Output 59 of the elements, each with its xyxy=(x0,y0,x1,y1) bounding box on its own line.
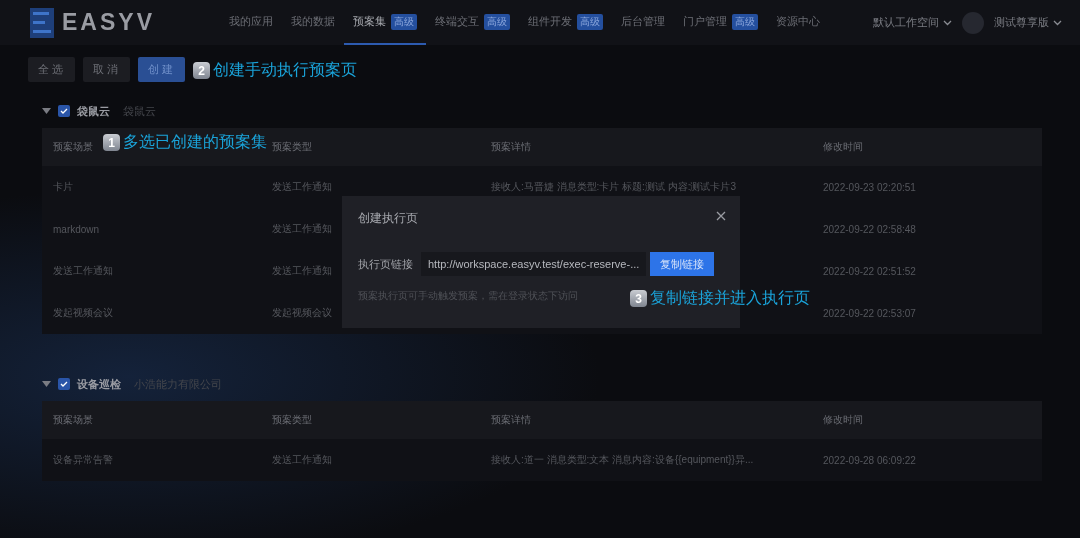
annotation-text: 创建手动执行预案页 xyxy=(213,60,357,80)
table-cell: 2022-09-28 06:09:22 xyxy=(823,454,916,466)
table-cell: 发送工作通知 xyxy=(272,453,332,467)
table-cell: 发起视频会议 xyxy=(53,306,113,320)
chevron-down-icon xyxy=(1053,19,1062,26)
nav-tab[interactable]: 组件开发 高级 xyxy=(519,0,612,45)
nav-tab[interactable]: 资源中心 xyxy=(767,0,829,45)
table-cell: 2022-09-23 02:20:51 xyxy=(823,181,916,193)
nav-tab[interactable]: 门户管理 高级 xyxy=(674,0,767,45)
level-badge: 高级 xyxy=(577,13,603,30)
column-header: 预案类型 xyxy=(272,413,312,427)
table-cell: 发送工作通知 xyxy=(272,264,332,278)
logo-text: EASYV xyxy=(62,9,155,36)
level-badge: 高级 xyxy=(484,13,510,30)
logo-icon xyxy=(30,7,54,38)
caret-icon[interactable] xyxy=(42,108,51,114)
annotation-text: 复制链接并进入执行页 xyxy=(650,288,810,308)
number-badge: 3 xyxy=(630,290,647,307)
table-cell: 卡片 xyxy=(53,180,73,194)
table-cell: 2022-09-22 02:51:52 xyxy=(823,265,916,277)
dialog-title: 创建执行页 xyxy=(358,210,418,227)
column-header: 修改时间 xyxy=(823,413,863,427)
toolbar-button[interactable]: 取消 xyxy=(83,57,130,82)
workspace-dropdown[interactable]: 默认工作空间 xyxy=(873,15,939,30)
chevron-down-icon xyxy=(943,19,952,26)
checkbox[interactable] xyxy=(58,105,70,117)
table-cell: 2022-09-22 02:58:48 xyxy=(823,223,916,235)
field-label: 执行页链接 xyxy=(358,256,413,272)
group-title: 设备巡检 xyxy=(77,376,121,392)
toolbar-button[interactable]: 创建 xyxy=(138,57,185,82)
group-title: 袋鼠云 xyxy=(77,103,110,119)
level-badge: 高级 xyxy=(732,13,758,30)
number-badge: 1 xyxy=(103,134,120,151)
table-cell: 发送工作通知 xyxy=(272,180,332,194)
column-header: 修改时间 xyxy=(823,140,863,154)
annotation-text: 多选已创建的预案集 xyxy=(123,132,267,152)
column-header: 预案类型 xyxy=(272,140,312,154)
table-cell: markdown xyxy=(53,223,100,235)
caret-icon[interactable] xyxy=(42,381,51,387)
nav-tab[interactable]: 终端交互 高级 xyxy=(426,0,519,45)
column-header: 预案场景 xyxy=(53,140,93,154)
copy-link-button[interactable]: 复制链接 xyxy=(650,252,715,276)
nav-tab[interactable]: 预案集 高级 xyxy=(344,0,426,45)
nav-tab[interactable]: 我的应用 xyxy=(220,0,282,45)
column-header: 预案场景 xyxy=(53,413,93,427)
nav-tab[interactable]: 我的数据 xyxy=(282,0,344,45)
checkbox[interactable] xyxy=(58,378,70,390)
number-badge: 2 xyxy=(193,62,210,79)
link-field[interactable]: http://workspace.easyv.test/exec-reserve-... xyxy=(421,252,647,276)
table-cell: 发送工作通知 xyxy=(53,264,113,278)
toolbar-button[interactable]: 全选 xyxy=(28,57,75,82)
table-cell: 发送工作通知 xyxy=(272,222,332,236)
column-header: 预案详情 xyxy=(491,140,531,154)
table-cell: 2022-09-22 02:53:07 xyxy=(823,307,916,319)
column-header: 预案详情 xyxy=(491,413,531,427)
table-cell: 发起视频会议 xyxy=(272,306,332,320)
nav-tab[interactable]: 后台管理 xyxy=(612,0,674,45)
level-badge: 高级 xyxy=(391,13,417,30)
user-menu[interactable]: 测试尊享版 xyxy=(994,15,1049,30)
